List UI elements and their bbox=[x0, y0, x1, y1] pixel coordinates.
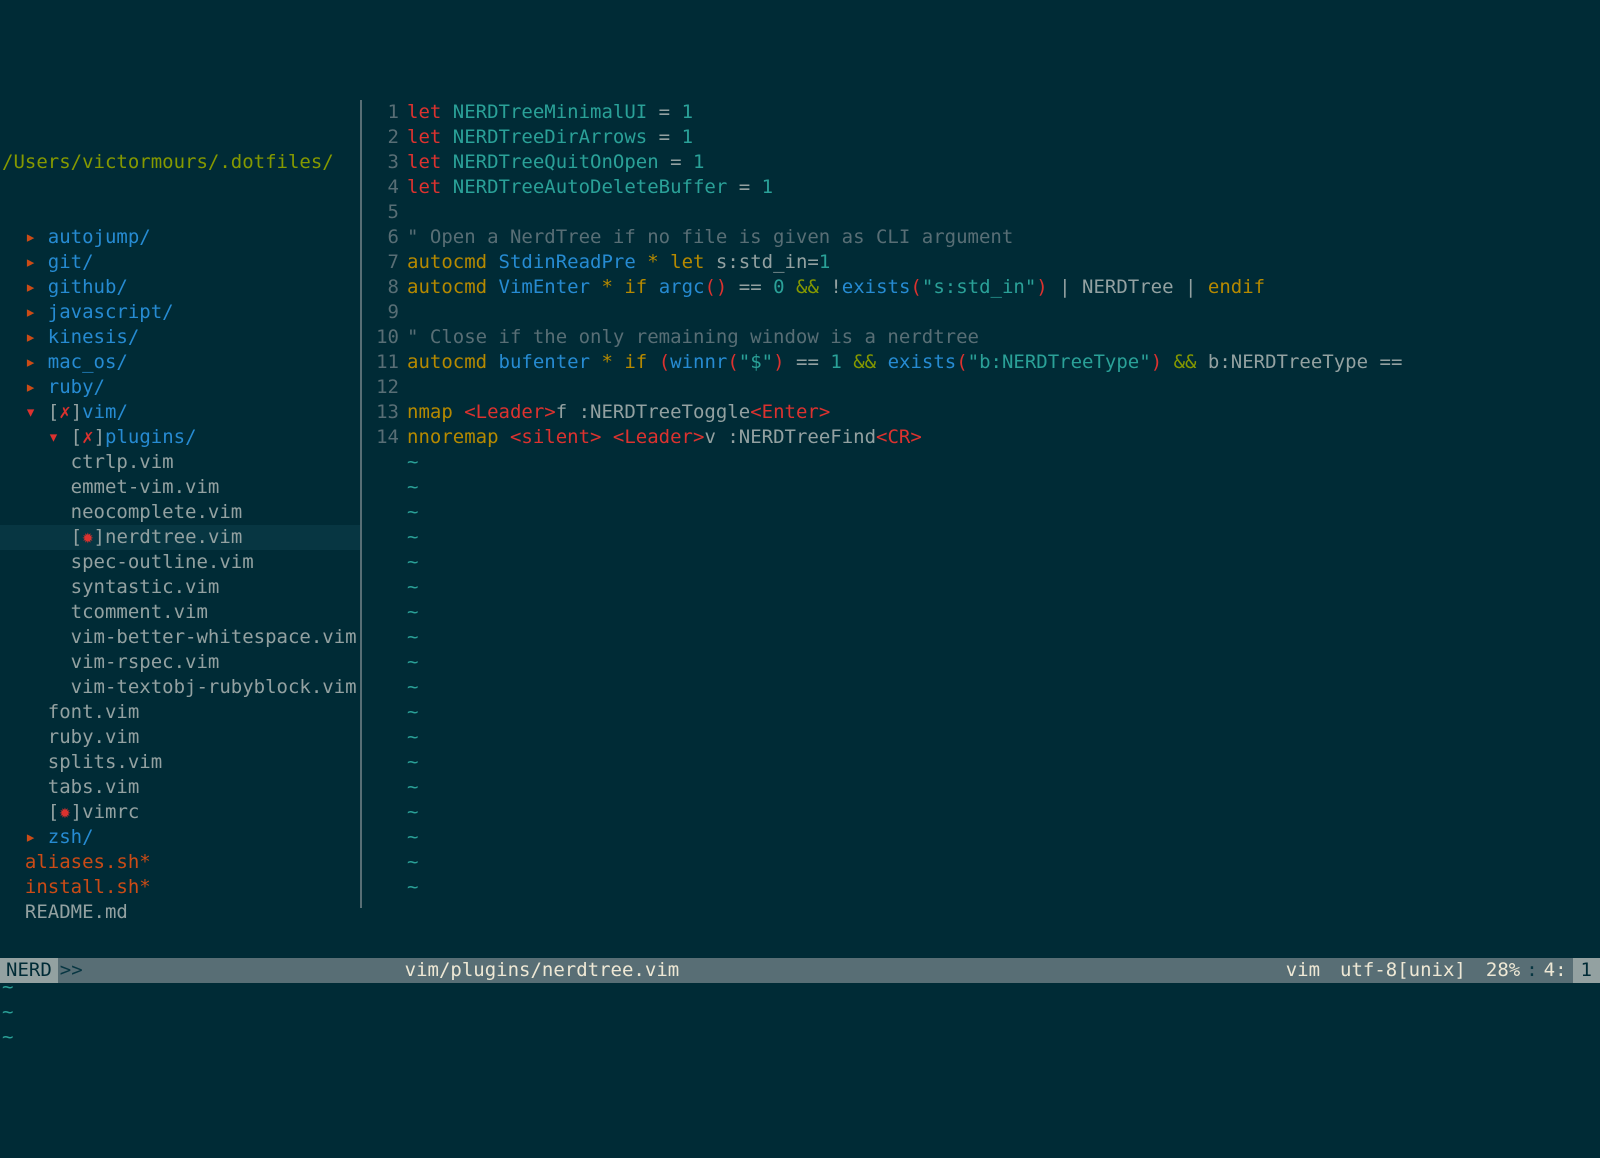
tree-item[interactable]: vim-rspec.vim bbox=[0, 650, 360, 675]
tilde-line: ~ bbox=[407, 700, 1600, 725]
tree-item[interactable]: spec-outline.vim bbox=[0, 550, 360, 575]
tree-item[interactable]: vim-better-whitespace.vim bbox=[0, 625, 360, 650]
code-line[interactable] bbox=[407, 375, 1600, 400]
tree-item[interactable]: syntastic.vim bbox=[0, 575, 360, 600]
tree-item[interactable]: ▸ mac_os/ bbox=[0, 350, 360, 375]
code-line[interactable]: let NERDTreeMinimalUI = 1 bbox=[407, 100, 1600, 125]
tree-item[interactable]: ruby.vim bbox=[0, 725, 360, 750]
tree-item[interactable]: ▸ github/ bbox=[0, 275, 360, 300]
code-line[interactable]: autocmd VimEnter * if argc() == 0 && !ex… bbox=[407, 275, 1600, 300]
tree-item[interactable]: ▸ zsh/ bbox=[0, 825, 360, 850]
tilde-line: ~ bbox=[0, 1025, 360, 1050]
tree-item[interactable]: tabs.vim bbox=[0, 775, 360, 800]
code-line[interactable]: let NERDTreeDirArrows = 1 bbox=[407, 125, 1600, 150]
tilde-line: ~ bbox=[407, 725, 1600, 750]
tree-item[interactable]: tcomment.vim bbox=[0, 600, 360, 625]
tilde-line: ~ bbox=[407, 450, 1600, 475]
tilde-line: ~ bbox=[407, 800, 1600, 825]
code-line[interactable]: let NERDTreeAutoDeleteBuffer = 1 bbox=[407, 175, 1600, 200]
tree-item[interactable]: [✹]nerdtree.vim bbox=[0, 525, 360, 550]
tilde-line: ~ bbox=[407, 600, 1600, 625]
code-line[interactable]: autocmd StdinReadPre * let s:std_in=1 bbox=[407, 250, 1600, 275]
tilde-line: ~ bbox=[407, 875, 1600, 900]
tree-item[interactable]: README.md bbox=[0, 900, 360, 925]
tree-item[interactable]: font.vim bbox=[0, 700, 360, 725]
code-line[interactable] bbox=[407, 200, 1600, 225]
tree-item[interactable]: neocomplete.vim bbox=[0, 500, 360, 525]
tree-item[interactable]: ▾ [✗]vim/ bbox=[0, 400, 360, 425]
tilde-line: ~ bbox=[407, 475, 1600, 500]
line-number-gutter: 1234567891011121314 bbox=[362, 100, 407, 908]
tilde-line: ~ bbox=[407, 650, 1600, 675]
tree-item[interactable]: aliases.sh* bbox=[0, 850, 360, 875]
tree-item[interactable]: emmet-vim.vim bbox=[0, 475, 360, 500]
code-line[interactable] bbox=[407, 300, 1600, 325]
code-line[interactable]: autocmd bufenter * if (winnr("$") == 1 &… bbox=[407, 350, 1600, 375]
code-line[interactable]: " Open a NerdTree if no file is given as… bbox=[407, 225, 1600, 250]
code-line[interactable]: nnoremap <silent> <Leader>v :NERDTreeFin… bbox=[407, 425, 1600, 450]
tree-item[interactable]: install.sh* bbox=[0, 875, 360, 900]
code-area[interactable]: let NERDTreeMinimalUI = 1let NERDTreeDir… bbox=[407, 100, 1600, 908]
editor-pane[interactable]: 1234567891011121314 let NERDTreeMinimalU… bbox=[362, 100, 1600, 908]
tilde-line: ~ bbox=[407, 825, 1600, 850]
tilde-line: ~ bbox=[0, 975, 360, 1000]
tilde-line: ~ bbox=[0, 1000, 360, 1025]
tilde-line: ~ bbox=[407, 550, 1600, 575]
tilde-line: ~ bbox=[407, 625, 1600, 650]
nerdtree-path: /Users/victormours/.dotfiles/ bbox=[2, 151, 334, 173]
nerdtree-sidebar[interactable]: /Users/victormours/.dotfiles/ ▸ autojump… bbox=[0, 100, 360, 908]
tilde-line: ~ bbox=[407, 850, 1600, 875]
tree-item[interactable]: ▸ autojump/ bbox=[0, 225, 360, 250]
tree-item[interactable]: ▸ ruby/ bbox=[0, 375, 360, 400]
tree-item[interactable]: vim-textobj-rubyblock.vim bbox=[0, 675, 360, 700]
tree-item[interactable]: ▸ git/ bbox=[0, 250, 360, 275]
tree-item[interactable]: ▸ kinesis/ bbox=[0, 325, 360, 350]
tilde-line: ~ bbox=[407, 500, 1600, 525]
code-line[interactable]: " Close if the only remaining window is … bbox=[407, 325, 1600, 350]
tilde-line: ~ bbox=[407, 575, 1600, 600]
tilde-line: ~ bbox=[407, 675, 1600, 700]
tree-item[interactable]: ctrlp.vim bbox=[0, 450, 360, 475]
tree-item[interactable]: splits.vim bbox=[0, 750, 360, 775]
code-line[interactable]: nmap <Leader>f :NERDTreeToggle<Enter> bbox=[407, 400, 1600, 425]
code-line[interactable]: let NERDTreeQuitOnOpen = 1 bbox=[407, 150, 1600, 175]
tree-item[interactable]: ▸ javascript/ bbox=[0, 300, 360, 325]
tree-item[interactable]: [✹]vimrc bbox=[0, 800, 360, 825]
tilde-line: ~ bbox=[407, 750, 1600, 775]
tilde-line: ~ bbox=[407, 525, 1600, 550]
tilde-line: ~ bbox=[407, 775, 1600, 800]
tree-item[interactable]: ▾ [✗]plugins/ bbox=[0, 425, 360, 450]
